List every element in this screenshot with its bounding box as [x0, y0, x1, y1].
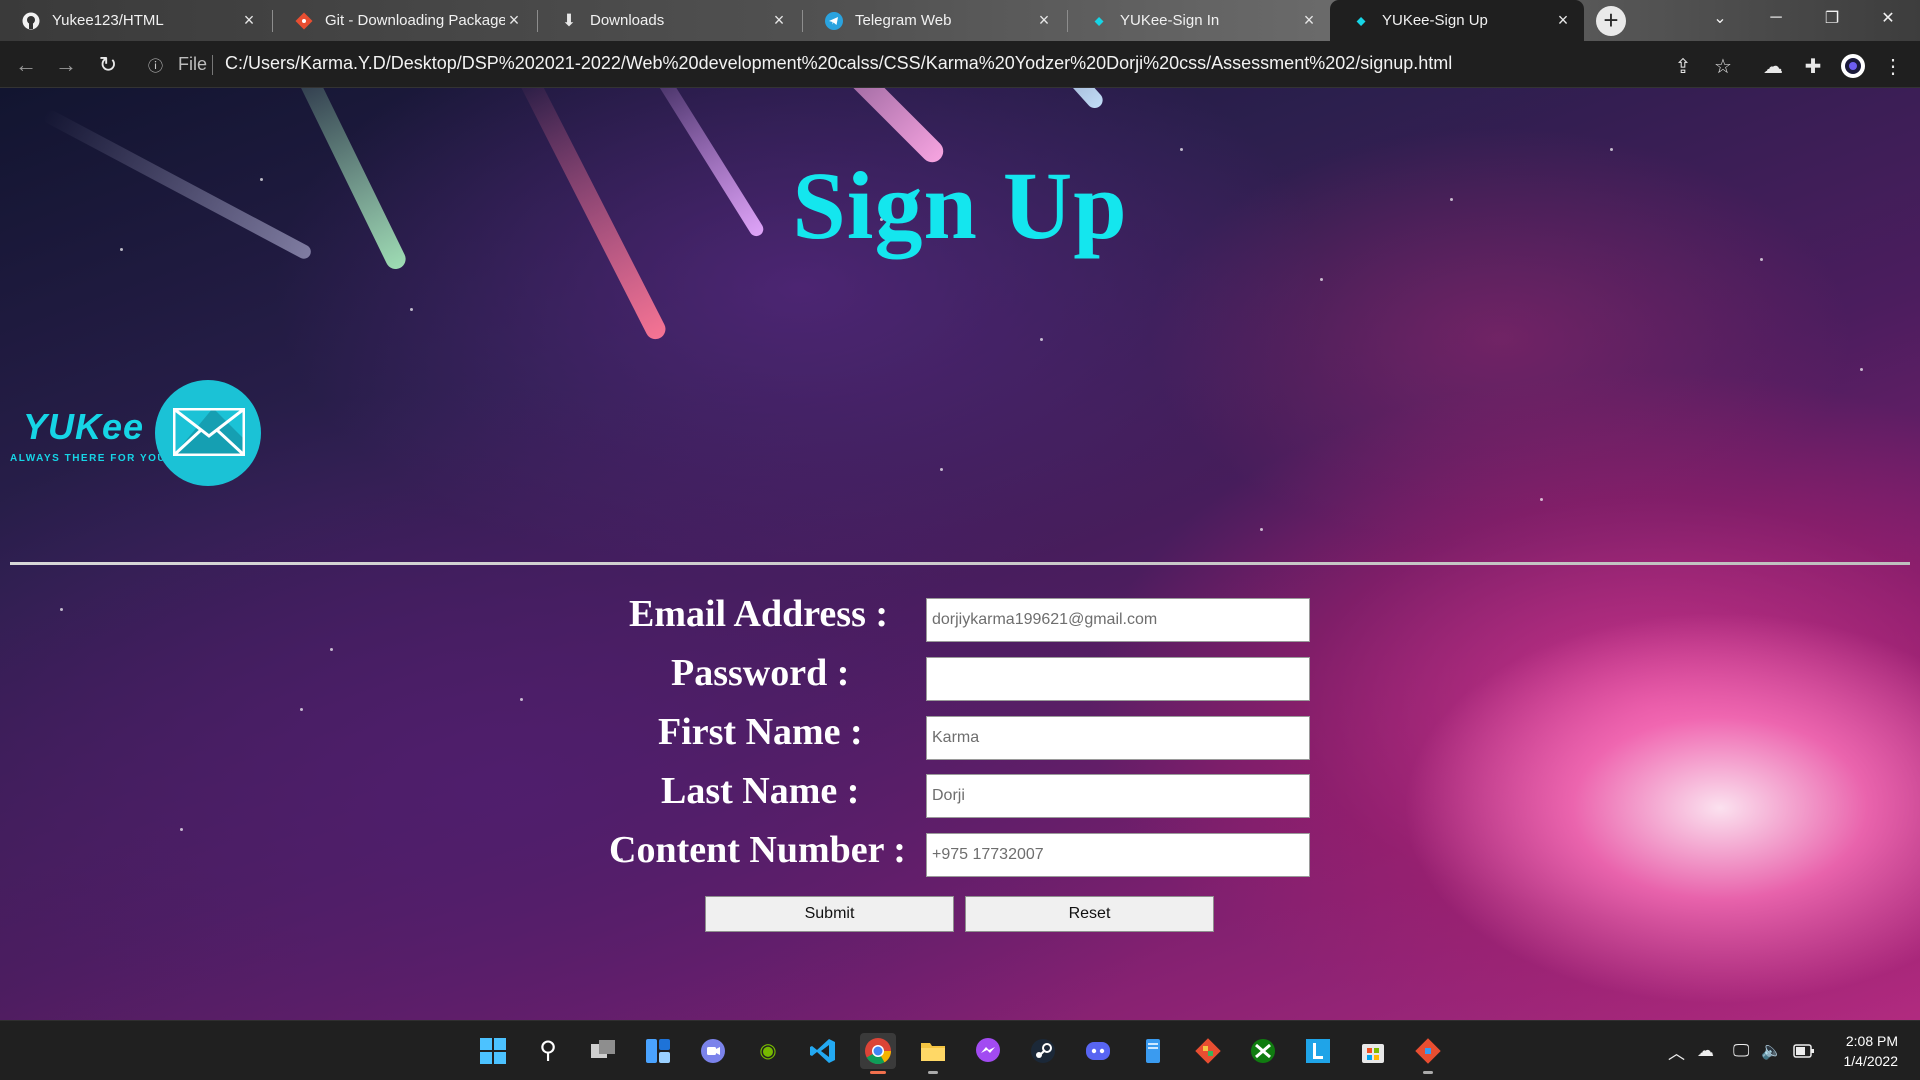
cloud-extension-icon[interactable]: ☁ — [1760, 53, 1786, 79]
discord-icon[interactable] — [1080, 1033, 1116, 1069]
first-name-field[interactable] — [926, 716, 1310, 760]
tab-title: Yukee123/HTML — [52, 12, 164, 29]
tray-overflow-icon[interactable]: ︿ — [1668, 1033, 1685, 1069]
forward-button[interactable]: → — [52, 51, 80, 79]
profile-avatar[interactable] — [1840, 53, 1866, 79]
signup-form: Email Address : Password : First Name : … — [0, 88, 1920, 1020]
microsoft-store-icon[interactable] — [1355, 1033, 1391, 1069]
close-icon[interactable]: × — [505, 10, 523, 30]
tab-yukee-sign-up[interactable]: ⬥ YUKee-Sign Up × — [1330, 0, 1584, 41]
git-icon — [295, 12, 313, 30]
nvidia-icon[interactable]: ◉ — [750, 1033, 786, 1069]
telegram-icon — [825, 11, 843, 30]
contact-number-label: Content Number : — [609, 829, 906, 871]
teams-chat-icon[interactable] — [695, 1033, 731, 1069]
tab-title: YUKee-Sign In — [1120, 12, 1220, 29]
tab-downloads[interactable]: ⬇ Downloads × — [538, 0, 800, 41]
widgets-icon[interactable] — [640, 1033, 676, 1069]
tab-strip: Yukee123/HTML × Git - Downloading Packag… — [0, 0, 1920, 41]
windows-start-icon[interactable] — [475, 1033, 511, 1069]
system-clock[interactable]: 2:08 PM 1/4/2022 — [1844, 1031, 1899, 1071]
back-button[interactable]: ← — [12, 51, 40, 79]
vscode-icon[interactable] — [805, 1033, 841, 1069]
close-icon[interactable]: × — [770, 10, 788, 30]
onedrive-icon[interactable]: ☁ — [1697, 1033, 1714, 1069]
minimize-button[interactable]: ─ — [1748, 0, 1804, 36]
clock-time: 2:08 PM — [1845, 1033, 1898, 1049]
last-name-field[interactable] — [926, 774, 1310, 818]
file-explorer-icon[interactable] — [915, 1033, 951, 1074]
restore-button[interactable]: ❐ — [1804, 0, 1860, 36]
address-scheme-label: File — [178, 54, 208, 74]
contact-number-field[interactable] — [926, 833, 1310, 877]
git-icon[interactable] — [1190, 1033, 1226, 1069]
share-icon[interactable]: ⇪ — [1670, 53, 1696, 79]
tab-yukee-sign-in[interactable]: ⬥ YUKee-Sign In × — [1068, 0, 1330, 41]
new-tab-button[interactable]: + — [1596, 6, 1626, 36]
volume-icon[interactable]: 🔈 — [1761, 1033, 1782, 1069]
extensions-icon[interactable]: ✚ — [1800, 53, 1826, 79]
task-view-icon[interactable] — [585, 1033, 621, 1069]
email-label: Email Address : — [629, 593, 889, 635]
yukee-icon: ⬥ — [1356, 12, 1366, 28]
tab-search-icon[interactable]: ⌄ — [1692, 0, 1748, 36]
close-icon[interactable]: × — [1554, 10, 1572, 30]
page-viewport: Sign Up YUKee ALWAYS THERE FOR YOU Email… — [0, 88, 1920, 1020]
reload-button[interactable]: ↻ — [94, 51, 122, 79]
address-separator — [212, 55, 213, 75]
libreoffice-icon[interactable] — [1300, 1033, 1336, 1069]
last-name-label: Last Name : — [661, 770, 860, 812]
network-icon[interactable]: 🖵 — [1733, 1033, 1749, 1069]
bookmark-star-icon[interactable]: ☆ — [1710, 53, 1736, 79]
github-icon — [22, 12, 40, 30]
tab-github[interactable]: Yukee123/HTML × — [0, 0, 270, 41]
steam-icon[interactable] — [1025, 1033, 1061, 1069]
messenger-icon[interactable] — [970, 1033, 1006, 1069]
reset-button[interactable]: Reset — [965, 896, 1214, 932]
tab-title: Telegram Web — [855, 12, 952, 29]
close-icon[interactable]: × — [1300, 10, 1318, 30]
close-window-button[interactable]: ✕ — [1860, 0, 1916, 36]
tab-title: Downloads — [590, 12, 665, 29]
yukee-icon: ⬥ — [1094, 12, 1104, 28]
password-label: Password : — [671, 652, 850, 694]
download-icon: ⬇ — [561, 10, 577, 30]
chrome-icon[interactable] — [860, 1033, 896, 1074]
xbox-icon[interactable] — [1245, 1033, 1281, 1069]
battery-icon[interactable] — [1793, 1033, 1815, 1069]
clock-date: 1/4/2022 — [1843, 1053, 1899, 1069]
notepad-icon[interactable] — [1135, 1033, 1171, 1069]
password-field[interactable] — [926, 657, 1310, 701]
address-bar[interactable]: C:/Users/Karma.Y.D/Desktop/DSP%202021-20… — [225, 53, 1452, 74]
taskbar: ⚲ ◉ ︿ ☁ 🖵 🔈 2:08 PM 1/4/2022 — [0, 1020, 1920, 1080]
tab-telegram[interactable]: Telegram Web × — [803, 0, 1065, 41]
first-name-label: First Name : — [658, 711, 863, 753]
info-icon[interactable]: ⓘ — [148, 55, 163, 76]
menu-icon[interactable]: ⋮ — [1880, 53, 1906, 79]
email-field[interactable] — [926, 598, 1310, 642]
close-icon[interactable]: × — [240, 10, 258, 30]
git-gui-icon[interactable] — [1410, 1033, 1446, 1074]
search-icon[interactable]: ⚲ — [530, 1033, 566, 1069]
close-icon[interactable]: × — [1035, 10, 1053, 30]
submit-button[interactable]: Submit — [705, 896, 954, 932]
tab-git-download[interactable]: Git - Downloading Package × — [273, 0, 535, 41]
tab-title: YUKee-Sign Up — [1382, 12, 1488, 29]
tab-title: Git - Downloading Package — [325, 12, 505, 29]
